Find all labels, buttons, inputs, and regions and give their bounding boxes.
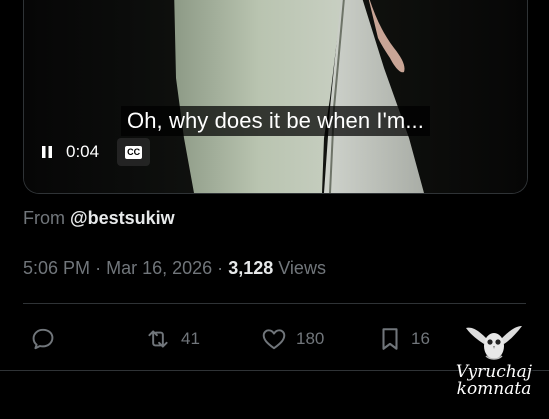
tweet-detail: Oh, why does it be when I'm... 0:04 CC F… <box>0 0 549 419</box>
like-button[interactable]: 180 <box>261 320 324 358</box>
watermark-line-2: komnata <box>456 379 532 399</box>
subtitle-text: Oh, why does it be when I'm... <box>120 106 430 136</box>
owl-icon <box>466 326 522 360</box>
meta-separator: · <box>95 258 102 278</box>
captions-button[interactable]: CC <box>117 138 151 166</box>
video-player[interactable]: Oh, why does it be when I'm... 0:04 CC <box>23 0 528 194</box>
retweet-icon <box>148 330 168 348</box>
video-still-figure <box>174 0 424 193</box>
divider <box>23 303 526 304</box>
post-date[interactable]: Mar 16, 2026 <box>106 258 212 278</box>
bookmark-button[interactable]: 16 <box>378 320 430 358</box>
reply-button[interactable] <box>30 320 65 358</box>
meta-separator: · <box>217 258 224 278</box>
watermark-logo: Vyruchaj komnata <box>444 320 544 404</box>
like-count: 180 <box>296 329 325 348</box>
views-label: Views <box>278 258 326 278</box>
from-label: From <box>23 208 65 228</box>
video-controls: 0:04 CC <box>36 138 151 166</box>
cc-icon: CC <box>125 145 143 159</box>
bookmark-icon <box>382 328 398 350</box>
bookmark-count: 16 <box>411 329 430 348</box>
source-line: From @bestsukiw <box>23 208 175 229</box>
pause-button[interactable] <box>36 140 58 164</box>
reply-icon <box>32 328 54 350</box>
heart-icon <box>262 329 286 350</box>
retweet-count: 41 <box>181 329 200 348</box>
video-elapsed-time: 0:04 <box>66 142 100 161</box>
post-time[interactable]: 5:06 PM <box>23 258 90 278</box>
views-count: 3,128 <box>228 258 274 278</box>
source-handle-link[interactable]: @bestsukiw <box>70 208 175 228</box>
pause-icon <box>42 146 52 158</box>
retweet-button[interactable]: 41 <box>144 320 200 358</box>
video-subtitle: Oh, why does it be when I'm... <box>24 106 527 136</box>
post-timestamp-row: 5:06 PM · Mar 16, 2026 · 3,128 Views <box>23 258 326 279</box>
